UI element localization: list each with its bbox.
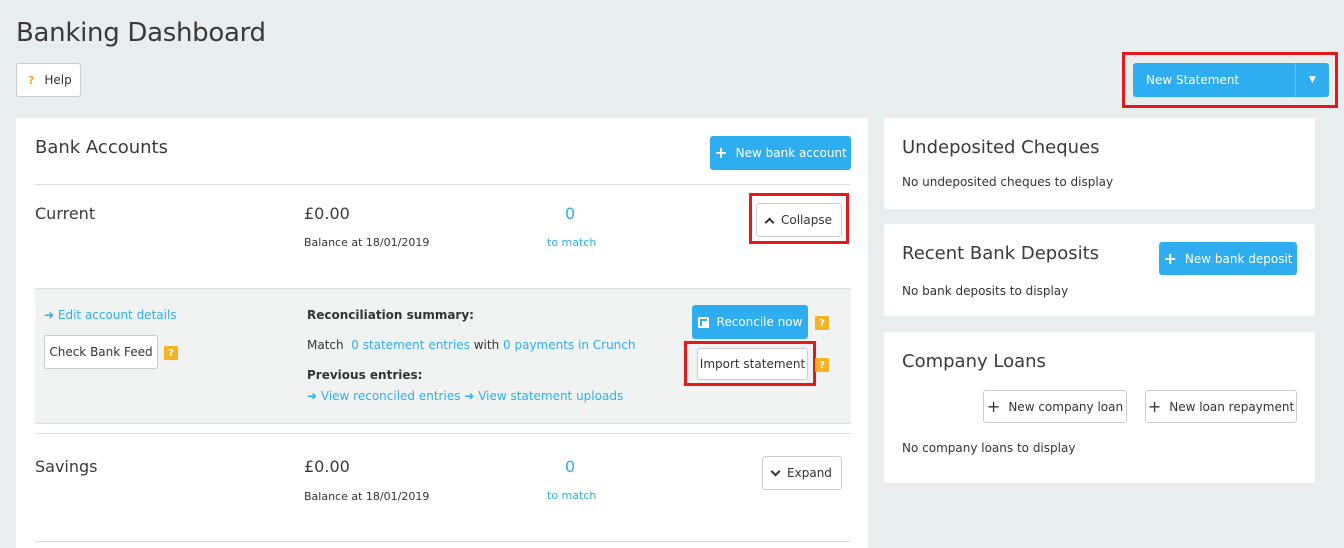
deposits-empty-text: No bank deposits to display [902, 284, 1069, 298]
recent-deposits-title: Recent Bank Deposits [902, 243, 1100, 264]
collapse-label: Collapse [781, 213, 832, 227]
loans-empty-text: No company loans to display [902, 441, 1076, 455]
help-label: Help [44, 73, 72, 87]
arrow-right-icon: ➜ [307, 389, 318, 403]
savings-match-count[interactable]: 0 [565, 457, 575, 476]
statement-entries-link[interactable]: 0 statement entries [351, 338, 470, 352]
previous-entries-title: Previous entries: [307, 368, 423, 382]
undeposited-empty-text: No undeposited cheques to display [902, 175, 1114, 189]
undeposited-cheques-panel [884, 118, 1315, 209]
expand-button[interactable]: Expand [762, 456, 842, 490]
reconcile-now-button[interactable]: Reconcile now [692, 305, 808, 339]
caret-down-icon[interactable]: ▼ [1295, 63, 1329, 97]
current-to-match-link[interactable]: to match [547, 236, 596, 249]
expand-label: Expand [787, 466, 832, 480]
plus-icon: + [986, 396, 1001, 416]
company-loans-title: Company Loans [902, 351, 1046, 372]
view-reconciled-link[interactable]: View reconciled entries [321, 389, 461, 403]
import-statement-label: Import statement [699, 357, 806, 371]
new-bank-deposit-button[interactable]: + New bank deposit [1159, 242, 1297, 275]
arrow-right-icon: ➜ [44, 308, 55, 322]
divider [35, 541, 851, 542]
new-bank-account-label: New bank account [735, 146, 847, 160]
new-loan-repayment-label: New loan repayment [1169, 399, 1295, 414]
current-match-count[interactable]: 0 [565, 204, 575, 223]
page-title: Banking Dashboard [16, 18, 266, 48]
new-company-loan-button[interactable]: + New company loan [983, 390, 1127, 423]
help-badge-icon[interactable]: ? [815, 316, 829, 330]
chevron-down-icon [770, 466, 781, 476]
divider [35, 433, 851, 434]
account-name-current: Current [35, 204, 96, 223]
current-balance: £0.00 [304, 204, 350, 223]
account-name-savings: Savings [35, 457, 98, 476]
plus-icon: + [1163, 248, 1177, 268]
divider [35, 288, 851, 289]
edit-account-details-label[interactable]: Edit account details [58, 308, 177, 322]
savings-balance-date: Balance at 18/01/2019 [304, 490, 430, 503]
new-statement-button[interactable]: New Statement ▼ [1133, 63, 1329, 97]
view-uploads-link[interactable]: View statement uploads [478, 389, 623, 403]
plus-icon: + [1147, 396, 1162, 416]
new-bank-deposit-label: New bank deposit [1184, 251, 1293, 266]
reconciliation-summary-title: Reconciliation summary: [307, 308, 474, 322]
undeposited-cheques-title: Undeposited Cheques [902, 137, 1100, 158]
new-statement-label: New Statement [1146, 73, 1240, 87]
previous-entries-links: ➜ View reconciled entries ➜ View stateme… [307, 389, 623, 403]
arrow-right-icon: ➜ [464, 389, 475, 403]
new-company-loan-label: New company loan [1008, 399, 1124, 414]
divider [35, 423, 851, 424]
match-prefix: Match [307, 338, 344, 352]
check-bank-feed-label: Check Bank Feed [49, 345, 153, 359]
savings-to-match-link[interactable]: to match [547, 489, 596, 502]
with-word: with [473, 338, 500, 352]
help-button[interactable]: ? Help [16, 63, 81, 97]
reconcile-icon [697, 316, 709, 328]
question-icon: ? [28, 73, 35, 87]
match-summary: Match 0 statement entries with 0 payment… [307, 338, 635, 352]
chevron-up-icon [764, 217, 775, 227]
payments-link[interactable]: 0 payments in Crunch [503, 338, 635, 352]
new-bank-account-button[interactable]: + New bank account [710, 136, 851, 170]
help-badge-icon[interactable]: ? [815, 358, 829, 372]
current-balance-date: Balance at 18/01/2019 [304, 236, 430, 249]
reconcile-now-label: Reconcile now [716, 315, 803, 329]
collapse-button[interactable]: Collapse [756, 203, 842, 237]
check-bank-feed-button[interactable]: Check Bank Feed [44, 335, 158, 369]
plus-icon: + [714, 143, 728, 162]
new-loan-repayment-button[interactable]: + New loan repayment [1145, 390, 1297, 423]
help-badge-icon[interactable]: ? [164, 346, 178, 360]
divider [35, 184, 851, 185]
edit-account-details-link[interactable]: ➜ Edit account details [44, 308, 177, 322]
import-statement-button[interactable]: Import statement [697, 348, 808, 380]
savings-balance: £0.00 [304, 457, 350, 476]
bank-accounts-title: Bank Accounts [35, 137, 168, 158]
